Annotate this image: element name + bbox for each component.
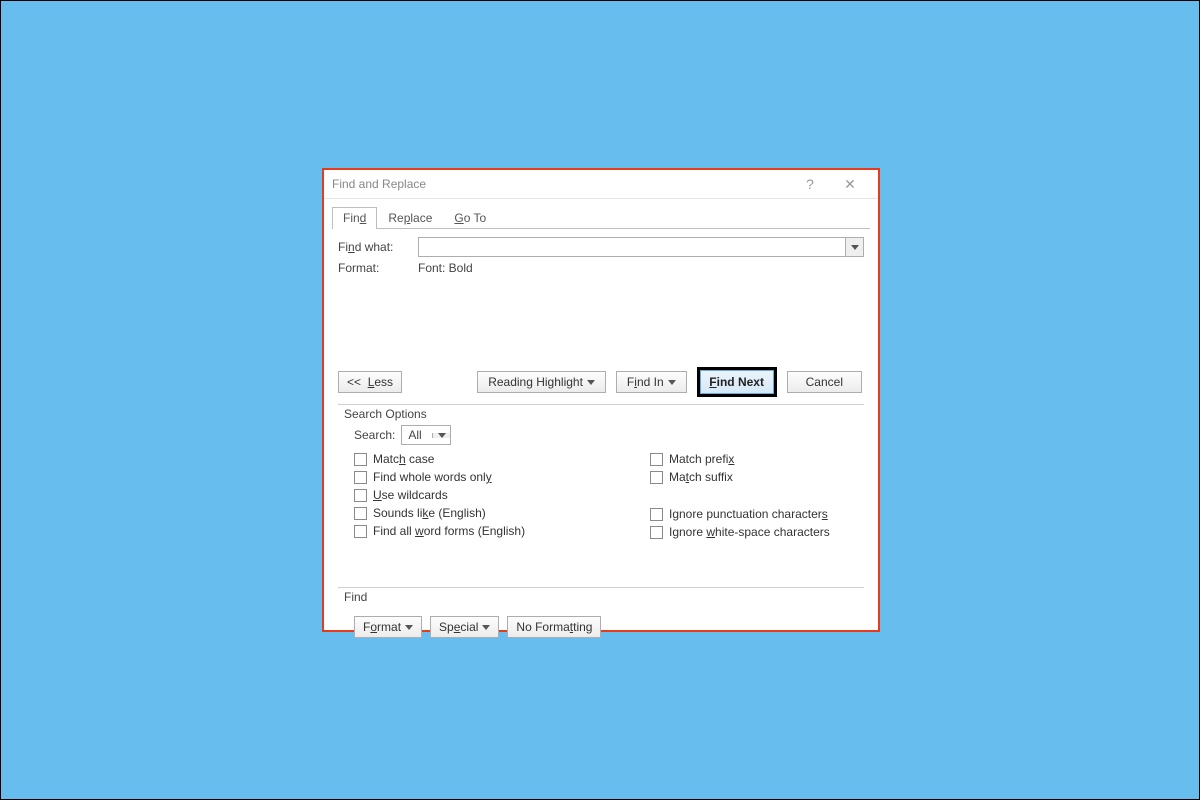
search-direction-value: All <box>402 428 432 442</box>
stage: Find and Replace ? ✕ Find Replace Go To … <box>0 0 1200 800</box>
spacer <box>650 487 860 504</box>
chevron-down-icon <box>405 625 413 630</box>
checkbox-label: Find all word forms (English) <box>373 524 525 538</box>
format-row: Format: Font: Bold <box>338 261 864 275</box>
tab-find[interactable]: Find <box>332 207 377 229</box>
checkbox-label: Match prefix <box>669 452 734 466</box>
options-columns: Match case Find whole words only Use wil… <box>354 451 860 540</box>
dialog-title: Find and Replace <box>332 177 790 191</box>
checkbox-label: Ignore punctuation characters <box>669 507 828 521</box>
checkbox-icon <box>650 526 663 539</box>
find-legend: Find <box>342 590 369 604</box>
button-label: Cancel <box>806 375 843 389</box>
match-suffix-checkbox[interactable]: Match suffix <box>650 469 860 485</box>
find-what-row: Find what: <box>338 237 864 257</box>
button-label: No Formatting <box>516 620 592 634</box>
checkbox-icon <box>650 453 663 466</box>
chevron-down-icon <box>851 245 859 250</box>
checkbox-icon <box>650 508 663 521</box>
tab-label: Replace <box>388 211 432 225</box>
button-label: Special <box>439 620 478 634</box>
no-formatting-button[interactable]: No Formatting <box>507 616 601 638</box>
find-next-button[interactable]: Find Next <box>697 367 777 397</box>
search-direction-select[interactable]: All <box>401 425 451 445</box>
checkbox-icon <box>354 471 367 484</box>
chevron-down-icon <box>587 380 595 385</box>
search-direction-dropdown[interactable] <box>432 433 450 438</box>
cancel-button[interactable]: Cancel <box>787 371 862 393</box>
format-button[interactable]: Format <box>354 616 422 638</box>
chevron-down-icon <box>482 625 490 630</box>
sounds-like-checkbox[interactable]: Sounds like (English) <box>354 505 650 521</box>
main-button-row: << Less Reading Highlight Find In Find N… <box>338 367 864 397</box>
wildcards-checkbox[interactable]: Use wildcards <box>354 487 650 503</box>
close-icon: ✕ <box>844 176 856 193</box>
checkbox-icon <box>354 453 367 466</box>
find-fieldset: Find Format Special No Formatting <box>338 588 864 644</box>
checkbox-label: Use wildcards <box>373 488 448 502</box>
close-button[interactable]: ✕ <box>830 170 870 198</box>
find-what-label: Find what: <box>338 240 418 254</box>
titlebar: Find and Replace ? ✕ <box>324 170 878 199</box>
whole-words-checkbox[interactable]: Find whole words only <box>354 469 650 485</box>
less-button[interactable]: << Less <box>338 371 402 393</box>
button-label: Find In <box>627 375 664 389</box>
search-direction-row: Search: All <box>354 425 860 445</box>
reading-highlight-button[interactable]: Reading Highlight <box>477 371 606 393</box>
ignore-whitespace-checkbox[interactable]: Ignore white-space characters <box>650 524 860 540</box>
find-what-dropdown[interactable] <box>845 238 863 256</box>
tab-strip: Find Replace Go To <box>324 199 878 229</box>
find-in-button[interactable]: Find In <box>616 371 687 393</box>
checkbox-label: Find whole words only <box>373 470 492 484</box>
checkbox-icon <box>354 525 367 538</box>
options-left-column: Match case Find whole words only Use wil… <box>354 451 650 540</box>
help-button[interactable]: ? <box>790 170 830 198</box>
find-what-input[interactable] <box>419 238 845 256</box>
find-section-buttons: Format Special No Formatting <box>354 616 860 638</box>
options-right-column: Match prefix Match suffix Ignore punctua… <box>650 451 860 540</box>
word-forms-checkbox[interactable]: Find all word forms (English) <box>354 523 650 539</box>
checkbox-icon <box>354 489 367 502</box>
button-label: << Less <box>347 375 393 389</box>
tab-label: Find <box>343 211 366 225</box>
button-label: Find Next <box>709 375 764 389</box>
checkbox-label: Sounds like (English) <box>373 506 486 520</box>
special-button[interactable]: Special <box>430 616 499 638</box>
checkbox-label: Match suffix <box>669 470 733 484</box>
tab-label: Go To <box>454 211 486 225</box>
tab-goto[interactable]: Go To <box>443 207 497 229</box>
format-value: Font: Bold <box>418 261 473 275</box>
tab-replace[interactable]: Replace <box>377 207 443 229</box>
dialog-content: Find what: Format: Font: Bold << Less Re… <box>324 229 878 656</box>
find-replace-dialog: Find and Replace ? ✕ Find Replace Go To … <box>322 168 880 632</box>
help-icon: ? <box>806 176 814 192</box>
search-options-fieldset: Search Options Search: All Match case Fi… <box>338 405 864 546</box>
button-label: Reading Highlight <box>488 375 583 389</box>
search-label: Search: <box>354 428 395 442</box>
button-label: Format <box>363 620 401 634</box>
match-case-checkbox[interactable]: Match case <box>354 451 650 467</box>
chevron-down-icon <box>438 433 446 438</box>
search-options-legend: Search Options <box>342 407 429 421</box>
ignore-punct-checkbox[interactable]: Ignore punctuation characters <box>650 506 860 522</box>
checkbox-icon <box>354 507 367 520</box>
checkbox-label: Ignore white-space characters <box>669 525 830 539</box>
chevron-down-icon <box>668 380 676 385</box>
match-prefix-checkbox[interactable]: Match prefix <box>650 451 860 467</box>
checkbox-label: Match case <box>373 452 434 466</box>
checkbox-icon <box>650 471 663 484</box>
format-label: Format: <box>338 261 418 275</box>
find-what-combo[interactable] <box>418 237 864 257</box>
